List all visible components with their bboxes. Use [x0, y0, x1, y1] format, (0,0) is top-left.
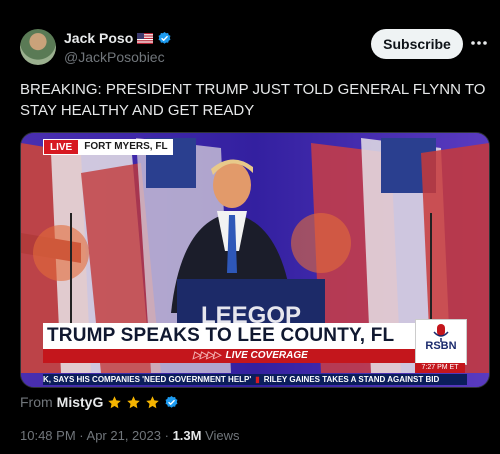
network-logo: RSBN	[415, 319, 467, 365]
subline-arrows: ▷▷▷▷	[193, 350, 221, 361]
live-location: FORT MYERS, FL	[79, 139, 173, 155]
author-handle[interactable]: @JackPosobiec	[64, 49, 165, 65]
video-headline: TRUMP SPEAKS TO LEE COUNTY, FL	[43, 323, 417, 349]
star-icon	[146, 395, 160, 408]
network-name: RSBN	[425, 340, 457, 352]
ticker-item: K, SAYS HIS COMPANIES 'NEED GOVERNMENT H…	[43, 375, 252, 384]
views-count: 1.3M	[172, 428, 202, 443]
subline-text: LIVE COVERAGE	[225, 350, 308, 361]
video-subline: ▷▷▷▷ LIVE COVERAGE	[43, 349, 417, 363]
network-time: 7:27 PM ET	[415, 363, 465, 373]
verified-badge-icon	[158, 31, 171, 44]
source-name[interactable]: MistyG	[57, 394, 104, 410]
news-ticker: K, SAYS HIS COMPANIES 'NEED GOVERNMENT H…	[43, 374, 467, 385]
star-icon	[108, 395, 122, 408]
verified-badge-icon	[165, 395, 178, 408]
live-badge: LIVE FORT MYERS, FL	[43, 139, 173, 155]
display-name[interactable]: Jack Poso	[64, 30, 133, 46]
source-attribution: From MistyG	[20, 394, 179, 410]
ticker-item: RILEY GAINES TAKES A STAND AGAINST BID	[263, 375, 440, 384]
tweet-date[interactable]: Apr 21, 2023	[87, 428, 161, 443]
tweet-text: BREAKING: PRESIDENT TRUMP JUST TOLD GENE…	[20, 81, 486, 119]
tweet-time[interactable]: 10:48 PM	[20, 428, 76, 443]
meta-separator: ·	[164, 428, 169, 443]
us-flag-icon	[137, 32, 154, 44]
from-label: From	[20, 394, 53, 410]
author-name-row: Jack Poso	[64, 30, 172, 46]
live-label: LIVE	[43, 139, 80, 155]
tweet-meta: 10:48 PM · Apr 21, 2023 · 1.3M Views	[20, 428, 240, 443]
avatar[interactable]	[20, 29, 56, 65]
subscribe-button[interactable]: Subscribe	[371, 29, 463, 59]
views-label: Views	[205, 428, 240, 443]
star-icon	[127, 395, 141, 408]
video-player[interactable]: LEEGOP LIVE FORT MYERS, FL TRUMP SPEAKS …	[20, 132, 490, 388]
meta-separator: ·	[79, 428, 84, 443]
lower-third: TRUMP SPEAKS TO LEE COUNTY, FL ▷▷▷▷ LIVE…	[43, 323, 473, 363]
ticker-separator: ▮	[255, 375, 260, 384]
more-options-icon[interactable]	[468, 32, 490, 54]
